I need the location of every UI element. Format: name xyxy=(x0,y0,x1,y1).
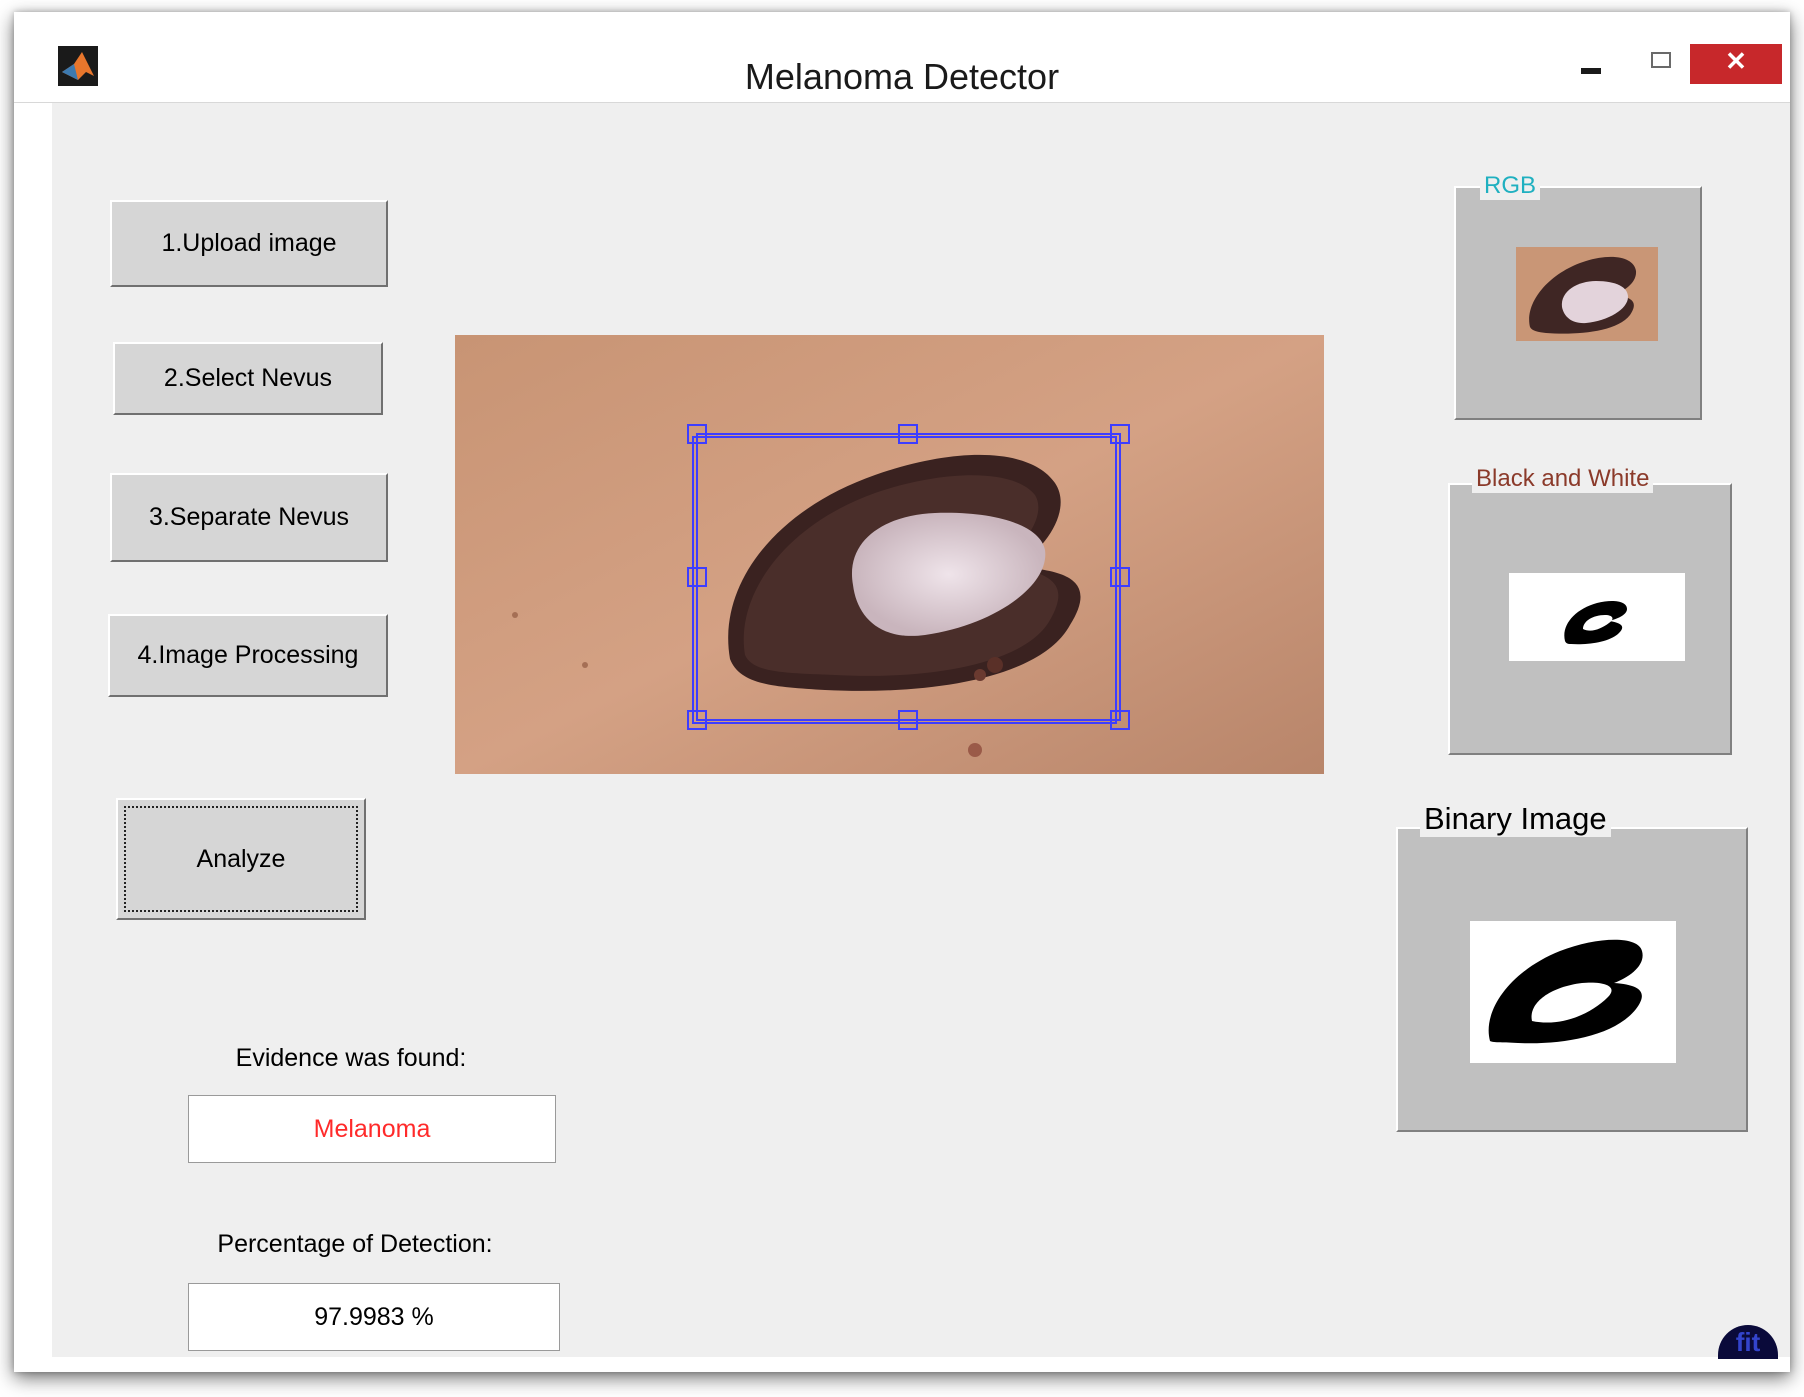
figure-area: 1.Upload image 2.Select Nevus 3.Separate… xyxy=(52,103,1790,1359)
maximize-button[interactable] xyxy=(1648,44,1678,84)
rgb-panel-title: RGB xyxy=(1480,172,1541,200)
select-nevus-button[interactable]: 2.Select Nevus xyxy=(113,342,383,415)
close-button[interactable]: ✕ xyxy=(1690,44,1782,84)
select-nevus-label: 2.Select Nevus xyxy=(163,364,333,392)
app-window: Melanoma Detector ✕ 1.Upload image 2.Sel… xyxy=(14,12,1790,1372)
image-processing-label: 4.Image Processing xyxy=(137,641,359,669)
separate-nevus-button[interactable]: 3.Separate Nevus xyxy=(110,473,388,562)
binary-panel-title: Binary Image xyxy=(1420,801,1611,837)
analyze-button[interactable]: Analyze xyxy=(116,798,366,920)
rgb-panel xyxy=(1454,186,1702,420)
separate-nevus-label: 3.Separate Nevus xyxy=(148,503,350,531)
analyze-label: Analyze xyxy=(196,844,286,873)
percentage-value: 97.9983 % xyxy=(314,1302,434,1331)
bw-panel-title: Black and White xyxy=(1472,465,1654,493)
evidence-label: Evidence was found: xyxy=(235,1044,467,1072)
rgb-panel-title-text: RGB xyxy=(1484,172,1537,199)
fit-logo-icon: fit xyxy=(1718,1325,1778,1359)
minimize-button[interactable] xyxy=(1578,44,1608,84)
percentage-label: Percentage of Detection: xyxy=(217,1230,493,1258)
binary-panel xyxy=(1396,827,1748,1132)
window-title: Melanoma Detector xyxy=(744,56,1060,97)
skin-lesion-image[interactable] xyxy=(455,335,1324,774)
evidence-field: Melanoma xyxy=(188,1095,556,1163)
binary-thumbnail xyxy=(1470,921,1676,1063)
percentage-field: 97.9983 % xyxy=(188,1283,560,1351)
upload-image-label: 1.Upload image xyxy=(161,229,337,257)
binary-panel-title-text: Binary Image xyxy=(1424,801,1607,836)
bw-panel-title-text: Black and White xyxy=(1476,465,1650,492)
rgb-thumbnail xyxy=(1516,247,1658,341)
image-processing-button[interactable]: 4.Image Processing xyxy=(108,614,388,697)
evidence-value: Melanoma xyxy=(313,1114,431,1143)
close-icon: ✕ xyxy=(1725,46,1747,76)
upload-image-button[interactable]: 1.Upload image xyxy=(110,200,388,287)
title-bar[interactable]: Melanoma Detector ✕ xyxy=(14,12,1790,103)
bw-thumbnail xyxy=(1509,573,1685,661)
bw-panel xyxy=(1448,483,1732,755)
